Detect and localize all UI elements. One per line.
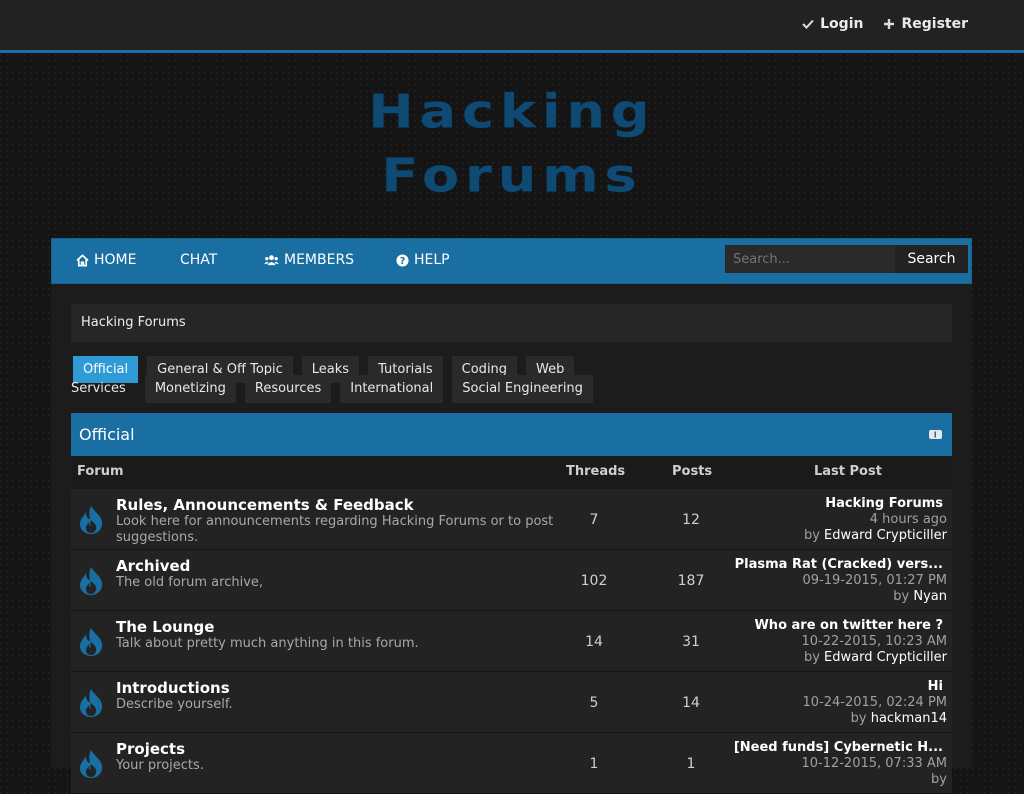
last-post-by-label: by (893, 589, 910, 604)
forum-threads-count: 5 (589, 695, 599, 711)
forum-threads-count: 102 (580, 573, 608, 589)
forum-title[interactable]: Rules, Announcements & Feedback (116, 496, 414, 514)
forum-threads-count: 1 (589, 756, 599, 772)
last-post-by-label: by (803, 650, 820, 665)
last-post: Hacking Forums 4 hours ago by Edward Cry… (804, 496, 947, 544)
last-post-date: 10-24-2015, 02:24 PM (802, 695, 947, 710)
last-post-title[interactable]: Plasma Rat (Cracked) vers... (735, 557, 947, 573)
top-bar: Login Register (0, 0, 1024, 53)
last-post-title[interactable]: Hacking Forums (804, 496, 947, 512)
home-icon (76, 253, 89, 266)
forum-posts-count: 1 (686, 756, 696, 772)
tab-resources[interactable]: Resources (244, 375, 332, 403)
column-forum: Forum (77, 464, 124, 479)
flame-icon (80, 750, 103, 778)
nav-home[interactable]: HOME (76, 252, 136, 268)
svg-text:?: ? (400, 255, 405, 266)
last-post-title[interactable]: Who are on twitter here ? (754, 618, 947, 634)
login-link[interactable]: Login (802, 16, 863, 32)
last-post-user[interactable]: hackman14 (871, 711, 947, 726)
register-label: Register (901, 16, 968, 32)
flame-icon (80, 567, 103, 595)
login-label: Login (820, 16, 864, 32)
forum-row: Archived The old forum archive, 102 187 … (71, 550, 952, 611)
column-posts: Posts (672, 464, 713, 479)
last-post-user[interactable]: Nyan (913, 589, 947, 604)
nav-members-label: MEMBERS (284, 252, 355, 268)
forum-row: Rules, Announcements & Feedback Look her… (71, 489, 952, 550)
collapse-icon[interactable] (929, 430, 942, 439)
forum-posts-count: 187 (677, 573, 705, 589)
last-post-by-label: by (850, 711, 867, 726)
forum-row: Projects Your projects. 1 1 [Need funds]… (71, 733, 952, 794)
nav-help-label: HELP (414, 252, 450, 268)
nav-members[interactable]: MEMBERS (264, 252, 354, 268)
nav-help[interactable]: ? HELP (396, 252, 450, 268)
category-title[interactable]: Official (79, 425, 135, 444)
forum-row: The Lounge Talk about pretty much anythi… (71, 611, 952, 672)
search-button[interactable]: Search (895, 245, 968, 273)
forum-description: Talk about pretty much anything in this … (116, 636, 419, 651)
account-links: Login Register (802, 16, 968, 32)
forum-title[interactable]: Introductions (116, 679, 230, 697)
checkmark-icon (802, 19, 814, 29)
flame-icon (80, 506, 103, 534)
nav-home-label: HOME (94, 252, 137, 268)
forum-title[interactable]: Projects (116, 740, 185, 758)
forum-column-headers: Forum Threads Posts Last Post (71, 456, 952, 490)
last-post-date: 10-12-2015, 07:33 AM (801, 756, 947, 771)
forum-threads-count: 14 (585, 634, 603, 650)
forum-description: Look here for announcements regarding Ha… (116, 514, 554, 545)
register-link[interactable]: Register (883, 16, 968, 32)
breadcrumb-home-link[interactable]: Hacking Forums (81, 315, 186, 330)
last-post: Plasma Rat (Cracked) vers... 09-19-2015,… (735, 557, 947, 605)
forum-row: Introductions Describe yourself. 5 14 Hi… (71, 672, 952, 733)
logo-line-1: Hacking (368, 84, 656, 139)
column-last-post: Last Post (814, 464, 882, 479)
forum-list: Rules, Announcements & Feedback Look her… (71, 489, 952, 794)
nav-chat-label: CHAT (180, 252, 218, 268)
last-post: Hi 10-24-2015, 02:24 PM by hackman14 (803, 679, 947, 727)
tab-web-services-continued[interactable]: Services (71, 375, 136, 403)
forum-description: The old forum archive, (116, 575, 264, 590)
category-tabs-row-2: Services Monetizing Resources Internatio… (71, 375, 593, 403)
main-nav: HOME CHAT MEMBERS ? HELP Search (51, 238, 972, 284)
column-threads: Threads (566, 464, 626, 479)
last-post-title[interactable]: Hi (803, 679, 947, 695)
forum-posts-count: 31 (682, 634, 700, 650)
question-icon: ? (396, 253, 409, 266)
logo-line-2: Forums (381, 148, 643, 203)
last-post-user[interactable]: Edward Crypticiller (824, 650, 947, 665)
forum-posts-count: 14 (682, 695, 700, 711)
tab-social-engineering[interactable]: Social Engineering (452, 375, 593, 403)
users-icon (264, 254, 279, 265)
last-post-by-label: by (803, 528, 820, 543)
last-post: [Need funds] Cybernetic H... 10-12-2015,… (734, 740, 947, 788)
forum-threads-count: 7 (589, 512, 599, 528)
tab-monetizing[interactable]: Monetizing (144, 375, 236, 403)
last-post: Who are on twitter here ? 10-22-2015, 10… (754, 618, 947, 666)
flame-icon (80, 628, 103, 656)
forum-title[interactable]: Archived (116, 557, 190, 575)
forum-posts-count: 12 (682, 512, 700, 528)
last-post-date: 09-19-2015, 01:27 PM (802, 573, 947, 588)
tab-international[interactable]: International (340, 375, 444, 403)
last-post-title[interactable]: [Need funds] Cybernetic H... (734, 740, 947, 756)
category-header: Official (71, 413, 952, 456)
forum-description: Describe yourself. (116, 697, 233, 712)
breadcrumb: Hacking Forums (71, 304, 952, 342)
plus-icon (884, 19, 895, 29)
main-content: Hacking Forums Official General & Off To… (51, 284, 972, 794)
last-post-date: 10-22-2015, 10:23 AM (801, 634, 947, 649)
flame-icon (80, 689, 103, 717)
search-input[interactable] (725, 245, 895, 273)
last-post-by-label: by (931, 772, 947, 787)
forum-title[interactable]: The Lounge (116, 618, 214, 636)
site-logo[interactable]: Hacking Forums (272, 82, 752, 208)
last-post-user[interactable]: Edward Crypticiller (824, 528, 947, 543)
forum-description: Your projects. (116, 758, 204, 773)
nav-chat[interactable]: CHAT (180, 252, 217, 268)
last-post-date: 4 hours ago (869, 512, 947, 527)
